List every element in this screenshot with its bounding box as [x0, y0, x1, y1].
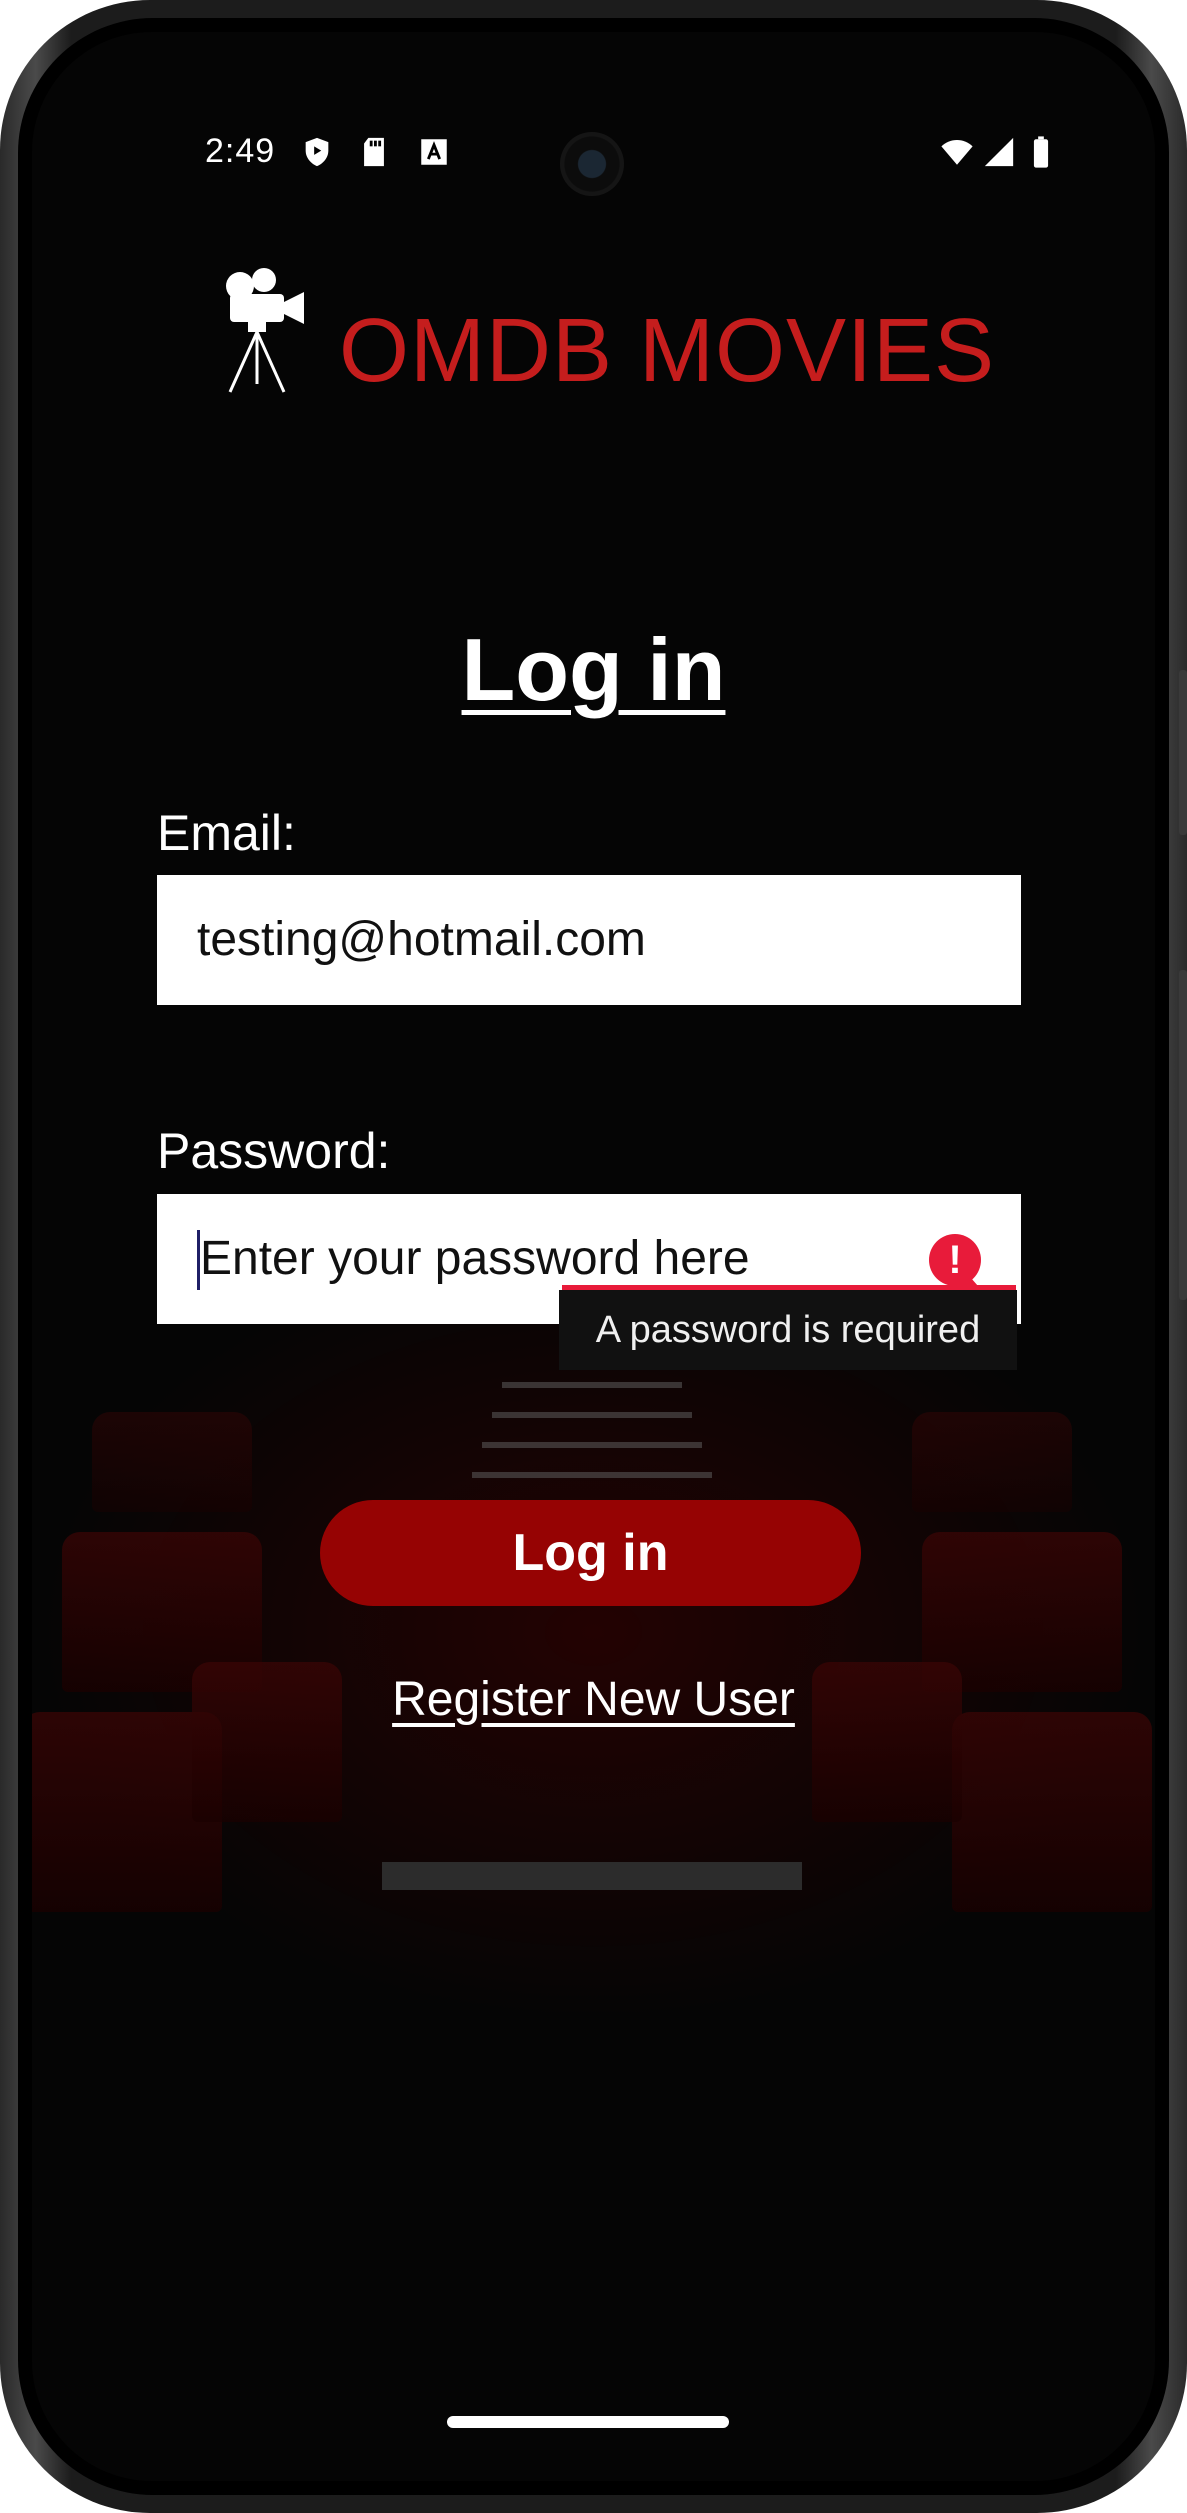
sd-card-icon: [364, 137, 384, 167]
email-label: Email:: [157, 805, 296, 861]
stair-step: [492, 1412, 692, 1418]
error-pointer: [950, 1270, 978, 1286]
wifi-icon: [941, 139, 973, 165]
email-field[interactable]: testing@hotmail.com: [157, 875, 1021, 1005]
app-title: OMDB MOVIES: [339, 301, 996, 401]
signal-icon: [984, 137, 1014, 167]
email-value: testing@hotmail.com: [197, 913, 646, 966]
volume-button: [1179, 970, 1187, 1300]
password-error-tooltip: A password is required: [559, 1290, 1017, 1370]
battery-icon: [1033, 136, 1049, 168]
stair-step: [482, 1442, 702, 1448]
page-title: Log in: [461, 620, 726, 719]
app-screen: 2:49 OMDB MOVIES Log in Email: testing@h…: [32, 32, 1155, 2481]
stair-step: [502, 1382, 682, 1388]
password-label: Password:: [157, 1123, 391, 1179]
register-link[interactable]: Register New User: [32, 1672, 1155, 1727]
font-a-icon: [421, 139, 447, 165]
theater-seat: [92, 1412, 252, 1512]
home-indicator[interactable]: [447, 2416, 729, 2428]
status-time: 2:49: [205, 132, 276, 170]
stair-step: [382, 1862, 802, 1890]
stair-step: [472, 1472, 712, 1478]
shield-icon: [305, 137, 329, 167]
front-camera: [560, 132, 624, 196]
movie-camera-icon: [226, 268, 304, 393]
power-button: [1179, 670, 1187, 835]
theater-seat: [952, 1712, 1152, 1912]
login-button[interactable]: Log in: [320, 1500, 861, 1606]
theater-seat: [912, 1412, 1072, 1512]
